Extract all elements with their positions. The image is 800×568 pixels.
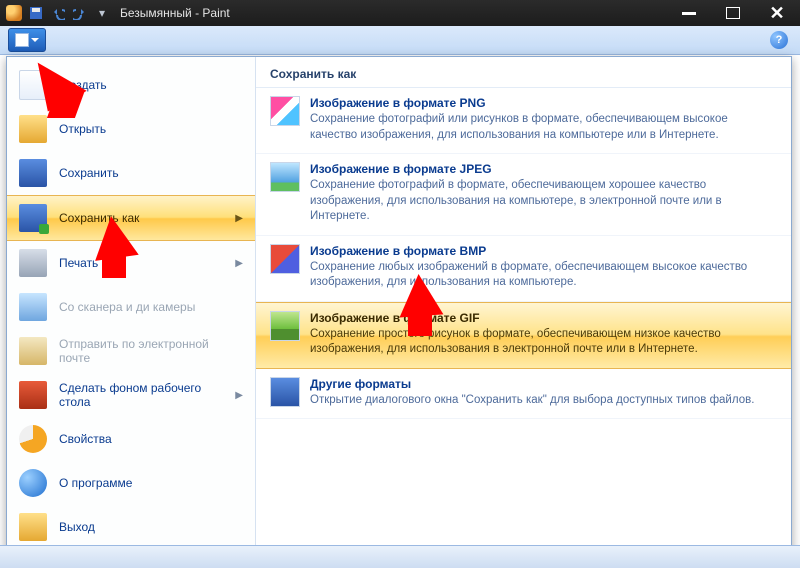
- app-icon: [6, 5, 22, 21]
- menu-item-exit[interactable]: Выход: [7, 505, 255, 549]
- menu-label: Печать: [59, 256, 98, 270]
- menu-label: Свойства: [59, 432, 112, 446]
- submenu-arrow-icon: ▶: [235, 390, 243, 401]
- format-title: Изображение в формате PNG: [310, 96, 777, 110]
- gif-icon: [270, 311, 300, 341]
- submenu-arrow-icon: ▶: [235, 258, 243, 269]
- menu-item-open[interactable]: Открыть: [7, 107, 255, 151]
- format-list: Изображение в формате PNG Сохранение фот…: [256, 88, 791, 555]
- menu-label: Выход: [59, 520, 95, 534]
- window-title: Безымянный - Paint: [120, 6, 230, 20]
- open-icon: [19, 115, 47, 143]
- email-icon: [19, 337, 47, 365]
- annotation-arrow-file-button: [34, 56, 78, 104]
- print-icon: [19, 249, 47, 277]
- about-icon: [19, 469, 47, 497]
- exit-icon: [19, 513, 47, 541]
- menu-item-send-email[interactable]: Отправить по электронной почте: [7, 329, 255, 373]
- redo-icon[interactable]: [72, 5, 88, 21]
- save-floppy-icon: [19, 159, 47, 187]
- ribbon-tabs: ?: [0, 26, 800, 55]
- other-formats-icon: [270, 377, 300, 407]
- file-menu-button[interactable]: [8, 28, 46, 52]
- save-icon[interactable]: [28, 5, 44, 21]
- format-item-png[interactable]: Изображение в формате PNG Сохранение фот…: [256, 88, 791, 154]
- qat-customize-icon[interactable]: ▾: [94, 5, 110, 21]
- file-icon: [15, 33, 29, 47]
- submenu-arrow-icon: ▶: [235, 213, 243, 224]
- maximize-button[interactable]: [716, 4, 750, 22]
- undo-icon[interactable]: [50, 5, 66, 21]
- menu-label: Открыть: [59, 122, 106, 136]
- submenu-header: Сохранить как: [256, 57, 791, 88]
- minimize-button[interactable]: [672, 4, 706, 22]
- format-desc: Сохранение простого рисунок в формате, о…: [310, 327, 777, 358]
- menu-label: Отправить по электронной почте: [59, 337, 243, 365]
- png-icon: [270, 96, 300, 126]
- annotation-arrow-save-as: [92, 216, 136, 258]
- close-button[interactable]: ✕: [760, 4, 794, 22]
- menu-label: О программе: [59, 476, 132, 490]
- format-desc: Сохранение любых изображений в формате, …: [310, 260, 777, 291]
- format-title: Изображение в формате BMP: [310, 244, 777, 258]
- quick-access-toolbar: ▾: [28, 5, 110, 21]
- bmp-icon: [270, 244, 300, 274]
- desktop-icon: [19, 381, 47, 409]
- menu-label: Со сканера и ди камеры: [59, 300, 195, 314]
- format-item-gif[interactable]: Изображение в формате GIF Сохранение про…: [256, 302, 791, 369]
- format-title: Изображение в формате GIF: [310, 311, 777, 325]
- format-item-bmp[interactable]: Изображение в формате BMP Сохранение люб…: [256, 236, 791, 302]
- file-menu-left: Создать Открыть Сохранить Сохранить как▶…: [7, 57, 256, 555]
- dropdown-icon: [31, 38, 39, 42]
- titlebar: ▾ Безымянный - Paint ✕: [0, 0, 800, 26]
- menu-item-save[interactable]: Сохранить: [7, 151, 255, 195]
- format-item-jpeg[interactable]: Изображение в формате JPEG Сохранение фо…: [256, 154, 791, 236]
- format-title: Другие форматы: [310, 377, 754, 391]
- format-item-other[interactable]: Другие форматы Открытие диалогового окна…: [256, 369, 791, 420]
- format-desc: Сохранение фотографий в формате, обеспеч…: [310, 178, 777, 225]
- menu-bottom-bar: [0, 545, 800, 568]
- menu-label: Сделать фоном рабочего стола: [59, 381, 223, 409]
- format-desc: Сохранение фотографий или рисунков в фор…: [310, 112, 777, 143]
- menu-item-scanner[interactable]: Со сканера и ди камеры: [7, 285, 255, 329]
- save-as-icon: [19, 204, 47, 232]
- format-desc: Открытие диалогового окна "Сохранить как…: [310, 393, 754, 409]
- window-controls: ✕: [672, 4, 794, 22]
- paint-window: ▾ Безымянный - Paint ✕ ? Создать Открыть…: [0, 0, 800, 568]
- menu-item-set-desktop[interactable]: Сделать фоном рабочего стола ▶: [7, 373, 255, 417]
- menu-label: Сохранить: [59, 166, 119, 180]
- jpeg-icon: [270, 162, 300, 192]
- scanner-icon: [19, 293, 47, 321]
- properties-icon: [19, 425, 47, 453]
- save-as-submenu: Сохранить как Изображение в формате PNG …: [256, 57, 791, 555]
- menu-item-properties[interactable]: Свойства: [7, 417, 255, 461]
- menu-item-about[interactable]: О программе: [7, 461, 255, 505]
- help-button[interactable]: ?: [770, 31, 788, 49]
- format-title: Изображение в формате JPEG: [310, 162, 777, 176]
- annotation-arrow-gif: [398, 274, 442, 316]
